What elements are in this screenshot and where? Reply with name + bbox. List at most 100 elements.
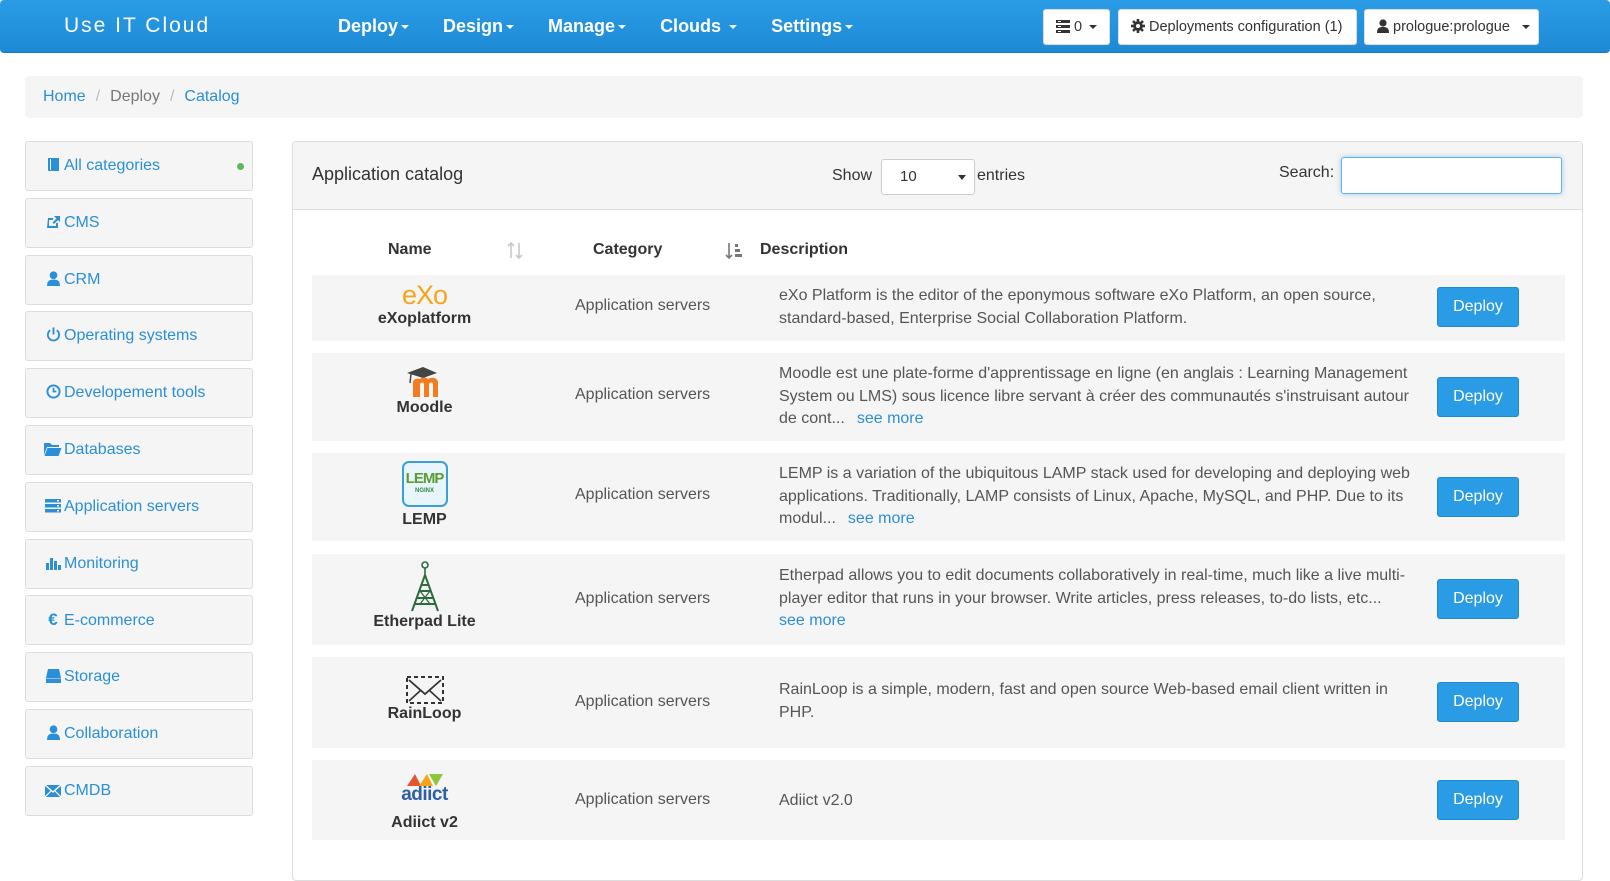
app-category: Application servers bbox=[575, 693, 711, 710]
app-category: Application servers bbox=[575, 386, 711, 403]
table-row: RainLoop Application servers RainLoop is… bbox=[312, 657, 1565, 748]
lemp-logo: LEMP NGINX bbox=[401, 461, 448, 507]
sidebar-item-cms[interactable]: CMS bbox=[25, 197, 253, 248]
sidebar-item-operating-systems[interactable]: Operating systems bbox=[25, 311, 253, 362]
chevron-down-icon bbox=[1521, 25, 1530, 30]
deploy-button[interactable]: Deploy bbox=[1437, 579, 1519, 619]
user-icon bbox=[44, 710, 62, 758]
queue-dropdown-button[interactable]: 0 bbox=[1043, 9, 1110, 45]
deployments-config-button[interactable]: Deployments configuration (1) bbox=[1118, 9, 1357, 45]
sidebar-item-e-commerce[interactable]: € E-commerce bbox=[25, 595, 253, 646]
app-name: eXoplatform bbox=[377, 310, 472, 327]
column-header-name[interactable]: Name bbox=[388, 230, 432, 270]
table-row: Moodle Application servers Moodle est un… bbox=[312, 353, 1565, 441]
menu-settings[interactable]: Settings bbox=[759, 0, 865, 53]
category-sidebar: All categories CMS CRM Operating systems… bbox=[25, 141, 253, 823]
breadcrumb-separator: / bbox=[95, 88, 101, 105]
euro-icon: € bbox=[48, 610, 58, 630]
brand-logo[interactable]: Use IT Cloud bbox=[64, 14, 210, 38]
main-menu: Deploy Design Manage Clouds Settings bbox=[326, 0, 875, 53]
folder-open-icon bbox=[44, 426, 62, 474]
gear-icon bbox=[1131, 19, 1145, 33]
sidebar-item-collaboration[interactable]: Collaboration bbox=[25, 708, 253, 759]
sidebar-item-crm[interactable]: CRM bbox=[25, 254, 253, 305]
menu-deploy[interactable]: Deploy bbox=[326, 0, 421, 53]
sidebar-item-application-servers[interactable]: Application servers bbox=[25, 481, 253, 532]
see-more-link[interactable]: see more bbox=[857, 410, 924, 427]
deploy-button[interactable]: Deploy bbox=[1437, 287, 1519, 327]
chevron-down-icon bbox=[401, 25, 410, 30]
app-name: Adiict v2 bbox=[391, 814, 458, 831]
chevron-down-icon bbox=[958, 175, 966, 180]
sidebar-item-all-categories[interactable]: All categories bbox=[25, 141, 253, 191]
top-navbar: Use IT Cloud Deploy Design Manage Clouds… bbox=[0, 0, 1610, 53]
table-row: LEMP NGINX LEMP Application servers LEMP… bbox=[312, 453, 1565, 541]
see-more-link[interactable]: see more bbox=[779, 612, 846, 629]
chevron-down-icon bbox=[845, 25, 854, 30]
table-header: Name Category Description bbox=[312, 230, 1565, 270]
app-description: eXo Platform is the editor of the eponym… bbox=[779, 287, 1376, 327]
column-header-description: Description bbox=[760, 241, 849, 258]
power-icon bbox=[44, 312, 62, 360]
app-description: Adiict v2.0 bbox=[779, 792, 853, 809]
app-name: Etherpad Lite bbox=[373, 613, 476, 630]
clock-icon bbox=[44, 369, 62, 417]
sidebar-item-databases[interactable]: Databases bbox=[25, 424, 253, 475]
column-header-category[interactable]: Category bbox=[593, 230, 662, 270]
app-category: Application servers bbox=[575, 791, 711, 808]
sort-icon[interactable] bbox=[507, 242, 523, 259]
breadcrumb-catalog[interactable]: Catalog bbox=[184, 88, 239, 105]
breadcrumb-home[interactable]: Home bbox=[43, 88, 86, 105]
app-category: Application servers bbox=[575, 590, 711, 607]
deploy-button[interactable]: Deploy bbox=[1437, 477, 1519, 517]
sidebar-item-cmdb[interactable]: CMDB bbox=[25, 765, 253, 816]
app-name: RainLoop bbox=[387, 705, 462, 722]
server-icon bbox=[44, 483, 62, 531]
user-menu-button[interactable]: prologue:prologue bbox=[1364, 9, 1539, 45]
catalog-panel: Application catalog Show 10 entries Sear… bbox=[292, 141, 1583, 881]
breadcrumb-deploy: Deploy bbox=[110, 88, 160, 105]
search-label: Search: bbox=[1279, 164, 1335, 181]
catalog-panel-header: Application catalog Show 10 entries Sear… bbox=[293, 142, 1582, 210]
app-name: LEMP bbox=[402, 511, 447, 528]
menu-clouds[interactable]: Clouds bbox=[648, 0, 749, 53]
panel-title: Application catalog bbox=[312, 164, 464, 184]
user-icon bbox=[44, 256, 62, 304]
table-row: eXo eXoplatform Application servers eXo … bbox=[312, 275, 1565, 341]
breadcrumb-separator: / bbox=[169, 88, 175, 105]
entries-per-page-select[interactable]: 10 bbox=[881, 159, 975, 195]
search-input[interactable] bbox=[1341, 157, 1562, 194]
menu-manage[interactable]: Manage bbox=[536, 0, 638, 53]
book-icon bbox=[44, 142, 62, 190]
app-category: Application servers bbox=[575, 486, 711, 503]
adiict-logo: adiict bbox=[395, 768, 455, 814]
app-description: Etherpad allows you to edit documents co… bbox=[779, 567, 1406, 629]
chevron-down-icon bbox=[729, 25, 738, 30]
sidebar-item-developement-tools[interactable]: Developement tools bbox=[25, 368, 253, 419]
sidebar-item-storage[interactable]: Storage bbox=[25, 652, 253, 703]
menu-design[interactable]: Design bbox=[431, 0, 526, 53]
chevron-down-icon bbox=[1089, 25, 1098, 30]
app-description: Moodle est une plate-forme d'apprentissa… bbox=[779, 365, 1409, 427]
entries-label: entries bbox=[977, 167, 1026, 184]
bar-chart-icon bbox=[44, 540, 62, 588]
deploy-button[interactable]: Deploy bbox=[1437, 682, 1519, 722]
app-description: RainLoop is a simple, modern, fast and o… bbox=[779, 681, 1388, 721]
deploy-button[interactable]: Deploy bbox=[1437, 377, 1519, 417]
etherpad-logo bbox=[410, 561, 439, 612]
chevron-down-icon bbox=[506, 25, 515, 30]
deploy-button[interactable]: Deploy bbox=[1437, 780, 1519, 820]
app-category: Application servers bbox=[575, 297, 711, 314]
sort-ascending-icon[interactable] bbox=[725, 242, 743, 259]
user-icon bbox=[1377, 19, 1389, 33]
breadcrumb: Home / Deploy / Catalog bbox=[25, 76, 1583, 118]
sidebar-item-monitoring[interactable]: Monitoring bbox=[25, 538, 253, 589]
tasks-icon bbox=[1056, 20, 1070, 33]
show-label: Show bbox=[832, 167, 873, 184]
share-icon bbox=[44, 199, 62, 247]
envelope-icon bbox=[44, 767, 62, 815]
queue-count: 0 bbox=[1074, 19, 1083, 35]
chevron-down-icon bbox=[618, 25, 627, 30]
active-indicator bbox=[237, 163, 244, 170]
see-more-link[interactable]: see more bbox=[848, 510, 915, 527]
